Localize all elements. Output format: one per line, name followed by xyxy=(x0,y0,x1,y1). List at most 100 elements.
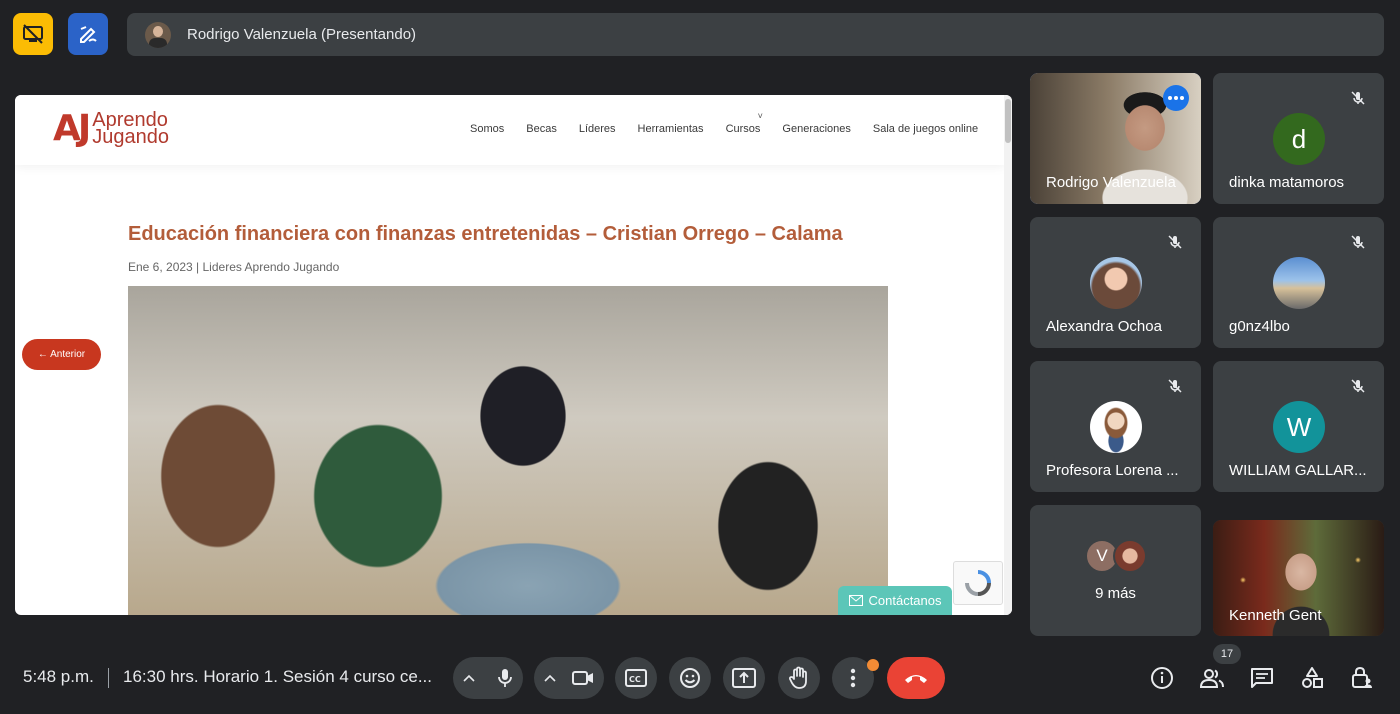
article-photo xyxy=(128,286,888,615)
stop-presenting-button[interactable] xyxy=(13,13,53,55)
mic-off-icon xyxy=(1167,234,1183,250)
meeting-details-button[interactable] xyxy=(1148,664,1176,692)
microphone-icon[interactable] xyxy=(497,668,513,688)
more-vert-icon xyxy=(850,668,856,688)
chevron-up-icon[interactable] xyxy=(544,674,556,682)
previous-post-button[interactable]: ← Anterior xyxy=(22,339,101,370)
more-participants-label: 9 más xyxy=(1095,585,1136,602)
emoji-icon xyxy=(679,667,701,689)
chat-button[interactable] xyxy=(1248,664,1276,692)
scroll-thumb[interactable] xyxy=(1005,99,1011,143)
nav-item-sala-de-juegos[interactable]: Sala de juegos online xyxy=(873,123,978,135)
avatar-initial: d xyxy=(1291,123,1307,154)
shared-screen: AJ Aprendo Jugando Somos Becas Líderes H… xyxy=(15,95,1012,615)
site-header: AJ Aprendo Jugando Somos Becas Líderes H… xyxy=(15,95,1005,165)
raise-hand-button[interactable] xyxy=(778,657,820,699)
pen-icon xyxy=(77,23,99,45)
participant-name: WILLIAM GALLAR... xyxy=(1229,462,1367,479)
meeting-title: 16:30 hrs. Horario 1. Sesión 4 curso ce.… xyxy=(123,667,432,686)
avatar: d xyxy=(1273,113,1325,165)
avatar-stack: V xyxy=(1085,539,1147,573)
reactions-button[interactable] xyxy=(669,657,711,699)
lock-person-icon xyxy=(1350,666,1374,690)
nav-item-generaciones[interactable]: Generaciones xyxy=(782,123,851,135)
site-nav: Somos Becas Líderes Herramientas Cursos ˅… xyxy=(470,111,1000,135)
participant-tile[interactable]: Kenneth Gent xyxy=(1213,520,1384,636)
chevron-down-icon: ˅ xyxy=(757,111,763,121)
article-title: Educación financiera con finanzas entret… xyxy=(128,223,843,245)
annotate-button[interactable] xyxy=(68,13,108,55)
people-count-badge: 17 xyxy=(1213,644,1241,664)
participant-tile[interactable]: W WILLIAM GALLAR... xyxy=(1213,361,1384,492)
mail-icon xyxy=(848,595,863,606)
participant-tile[interactable]: Alexandra Ochoa xyxy=(1030,217,1201,348)
present-screen-button[interactable] xyxy=(723,657,765,699)
mic-off-icon xyxy=(1350,234,1366,250)
participant-name: g0nz4lbo xyxy=(1229,318,1290,335)
avatar xyxy=(1090,401,1142,453)
logo-mark: AJ xyxy=(53,108,91,149)
presenter-bar: Rodrigo Valenzuela (Presentando) xyxy=(127,13,1384,56)
present-to-all-icon xyxy=(732,668,756,688)
svg-text:CC: CC xyxy=(629,675,641,684)
camera-control[interactable] xyxy=(534,657,604,699)
participant-name: dinka matamoros xyxy=(1229,174,1345,191)
participant-tile[interactable]: d dinka matamoros xyxy=(1213,73,1384,204)
participant-tile[interactable]: g0nz4lbo xyxy=(1213,217,1384,348)
chevron-up-icon[interactable] xyxy=(463,674,475,682)
article-meta: Ene 6, 2023 | Lideres Aprendo Jugando xyxy=(128,260,340,274)
camera-icon[interactable] xyxy=(572,670,594,686)
avatar: W xyxy=(1273,401,1325,453)
more-participants-tile[interactable]: V 9 más xyxy=(1030,505,1201,636)
nav-item-herramientas[interactable]: Herramientas xyxy=(638,123,704,135)
activities-button[interactable] xyxy=(1298,664,1326,692)
contact-label: Contáctanos xyxy=(868,593,942,608)
captions-button[interactable]: CC xyxy=(615,657,657,699)
recaptcha-badge[interactable] xyxy=(953,561,1003,605)
screen-share-off-icon xyxy=(22,24,44,44)
participant-tile[interactable]: Profesora Lorena ... xyxy=(1030,361,1201,492)
meet-window: Rodrigo Valenzuela (Presentando) AJ Apre… xyxy=(0,0,1400,714)
microphone-control[interactable] xyxy=(453,657,523,699)
call-end-icon xyxy=(903,672,929,684)
avatar xyxy=(1090,257,1142,309)
recaptcha-icon xyxy=(964,569,992,597)
participant-tile[interactable]: Rodrigo Valenzuela xyxy=(1030,73,1201,204)
chat-icon xyxy=(1250,667,1274,689)
hand-icon xyxy=(788,666,810,690)
closed-captions-icon: CC xyxy=(625,669,647,687)
nav-item-cursos-label: Cursos xyxy=(725,123,761,135)
site-logo[interactable]: AJ Aprendo Jugando xyxy=(53,108,170,149)
mic-off-icon xyxy=(1350,90,1366,106)
more-options-icon[interactable] xyxy=(1163,85,1189,111)
nav-item-cursos[interactable]: Cursos ˅ xyxy=(725,111,763,135)
nav-item-somos[interactable]: Somos xyxy=(470,123,504,135)
avatar-initial: W xyxy=(1286,411,1312,442)
avatar xyxy=(145,21,171,48)
divider xyxy=(108,668,109,688)
host-controls-button[interactable] xyxy=(1348,664,1376,692)
clock: 5:48 p.m. xyxy=(23,667,94,686)
logo-text: Aprendo Jugando xyxy=(92,110,170,148)
nav-item-lideres[interactable]: Líderes xyxy=(579,123,616,135)
shapes-icon xyxy=(1300,666,1324,690)
avatar xyxy=(1273,257,1325,309)
participant-name: Profesora Lorena ... xyxy=(1046,462,1179,479)
leave-call-button[interactable] xyxy=(887,657,945,699)
participant-name: Alexandra Ochoa xyxy=(1046,318,1162,335)
avatar-initial: V xyxy=(1096,546,1108,565)
participant-name: Rodrigo Valenzuela xyxy=(1046,174,1176,191)
logo-line2: Jugando xyxy=(92,126,170,148)
contact-button[interactable]: Contáctanos xyxy=(838,586,952,615)
avatar xyxy=(1113,539,1147,573)
scrollbar[interactable] xyxy=(1004,95,1012,615)
presenter-label: Rodrigo Valenzuela (Presentando) xyxy=(187,26,417,43)
mic-off-icon xyxy=(1167,378,1183,394)
mic-off-icon xyxy=(1350,378,1366,394)
people-icon xyxy=(1199,667,1225,689)
participant-name: Kenneth Gent xyxy=(1229,607,1322,624)
info-icon xyxy=(1150,666,1174,690)
people-button[interactable] xyxy=(1198,664,1226,692)
notification-dot xyxy=(867,659,879,671)
nav-item-becas[interactable]: Becas xyxy=(526,123,557,135)
